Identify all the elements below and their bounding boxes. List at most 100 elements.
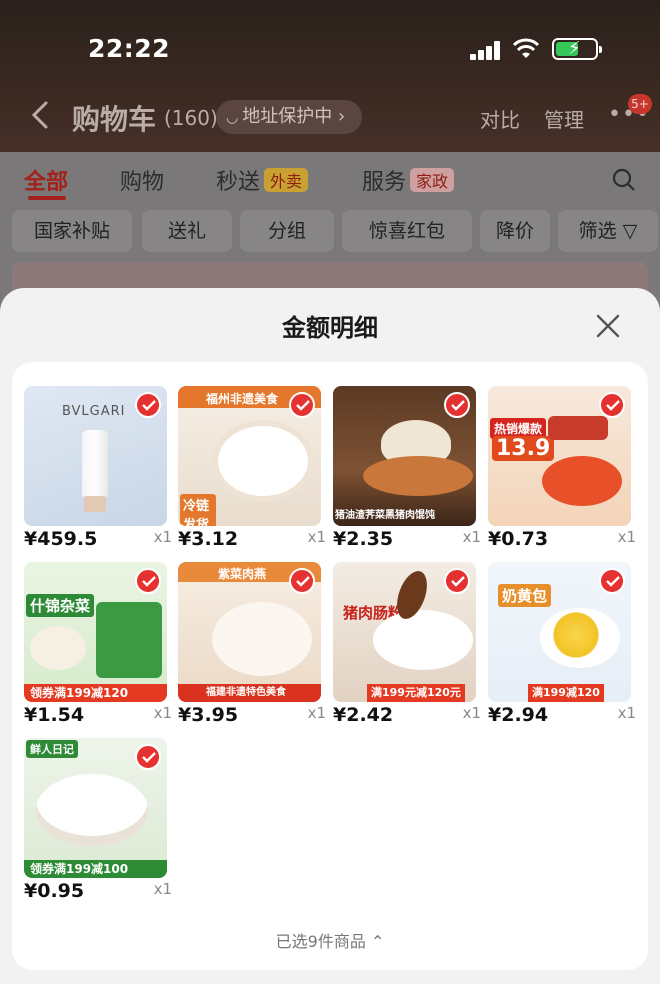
product-price: ¥1.54 <box>24 704 85 726</box>
selected-count-toggle[interactable]: 已选9件商品 ⌃ <box>0 928 660 952</box>
manage-button[interactable]: 管理 <box>544 104 584 133</box>
close-icon[interactable] <box>592 310 624 342</box>
selected-count-label: 已选9件商品 <box>275 932 366 951</box>
list-item[interactable]: 什锦杂菜 领券满199减120 ¥1.54 x1 <box>24 562 174 732</box>
selected-check-icon[interactable] <box>444 392 470 418</box>
product-image: 猪油渣荠菜黑猪肉馄饨 <box>333 386 476 526</box>
product-caption: 13.9 <box>492 436 555 461</box>
product-image: 鲜人日记 领券满199减100 <box>24 738 167 878</box>
search-icon[interactable] <box>612 168 636 192</box>
chip-group[interactable]: 分组 <box>240 210 334 252</box>
chip-gift[interactable]: 送礼 <box>142 210 232 252</box>
product-qty: x1 <box>153 880 172 898</box>
product-price: ¥0.73 <box>488 528 549 550</box>
selected-check-icon[interactable] <box>444 568 470 594</box>
list-item[interactable]: 鲜人日记 领券满199减100 ¥0.95 x1 <box>24 738 174 908</box>
product-price: ¥2.42 <box>333 704 394 726</box>
selected-check-icon[interactable] <box>135 744 161 770</box>
tab-service-tag: 家政 <box>410 168 455 192</box>
product-pack <box>96 602 162 678</box>
product-qty: x1 <box>462 704 481 722</box>
cart-count: (160) <box>164 106 218 130</box>
chip-filter-label: 筛选 <box>578 220 617 242</box>
list-item[interactable]: 福州非遗美食 冷链发货 ¥3.12 x1 <box>178 386 328 556</box>
product-price: ¥459.5 <box>24 528 98 550</box>
product-image: 什锦杂菜 领券满199减120 <box>24 562 167 702</box>
back-arrow-icon[interactable] <box>28 100 52 130</box>
selected-check-icon[interactable] <box>289 392 315 418</box>
product-brand: 紫菜肉燕 <box>218 567 267 581</box>
product-image: 紫菜肉燕 福建非遗特色美食 <box>178 562 321 702</box>
product-price: ¥3.95 <box>178 704 239 726</box>
wifi-icon <box>512 38 540 58</box>
chip-price-drop[interactable]: 降价 <box>480 210 550 252</box>
list-item[interactable]: 奶黄包 满199减120 ¥2.94 x1 <box>488 562 638 732</box>
status-bar: 22:22 ⚡ <box>0 30 660 70</box>
cart-navbar: 购物车 (160) ◡ 地址保护中 › 对比 管理 ••• 5+ <box>0 94 660 142</box>
product-shrimp-bowl <box>542 456 622 506</box>
battery-icon: ⚡ <box>552 38 602 60</box>
compare-button[interactable]: 对比 <box>480 104 520 133</box>
selected-check-icon[interactable] <box>289 568 315 594</box>
product-image: 热销爆款 13.9 <box>488 386 631 526</box>
product-image: 奶黄包 满199减120 <box>488 562 631 702</box>
product-caption: 满199元减120元 <box>367 684 465 702</box>
tab-instant-label: 秒送 <box>216 170 261 195</box>
list-item[interactable]: 紫菜肉燕 福建非遗特色美食 ¥3.95 x1 <box>178 562 328 732</box>
product-qty: x1 <box>307 704 326 722</box>
product-bowl <box>212 602 312 676</box>
cellular-signal-icon <box>470 40 502 60</box>
list-item[interactable]: 猪肉肠粉 满199元减120元 ¥2.42 x1 <box>333 562 483 732</box>
tab-service[interactable]: 服务 家政 <box>362 164 455 196</box>
product-image: 福州非遗美食 冷链发货 <box>178 386 321 526</box>
product-brand: 什锦杂菜 <box>26 594 95 617</box>
chip-national-subsidy[interactable]: 国家补贴 <box>12 210 132 252</box>
product-image: 猪肉肠粉 满199元减120元 <box>333 562 476 702</box>
tab-instant-tag: 外卖 <box>264 168 309 192</box>
list-item[interactable]: BVLGARI ¥459.5 x1 <box>24 386 174 556</box>
product-brand: 奶黄包 <box>498 584 552 607</box>
chevron-up-icon: ⌃ <box>370 932 385 951</box>
smile-icon: ◡ <box>226 110 239 126</box>
product-cap <box>84 496 106 512</box>
filter-chips: 国家补贴 送礼 分组 惊喜红包 降价 筛选 ▽ <box>12 210 660 254</box>
product-caption: 猪油渣荠菜黑猪肉馄饨 <box>335 510 435 521</box>
product-brand: 福州非遗美食 <box>206 392 279 406</box>
address-protect-pill[interactable]: ◡ 地址保护中 › <box>216 100 362 134</box>
product-caption: 领券满199减100 <box>24 860 167 878</box>
product-image: BVLGARI <box>24 386 167 526</box>
selected-check-icon[interactable] <box>135 568 161 594</box>
selected-check-icon[interactable] <box>135 392 161 418</box>
tab-shopping[interactable]: 购物 <box>120 164 164 196</box>
filter-icon: ▽ <box>622 220 638 242</box>
amount-detail-sheet: 金额明细 BVLGARI ¥459.5 x1 福州非遗美食 冷链发货 ¥3.12… <box>0 288 660 984</box>
product-qty: x1 <box>617 528 636 546</box>
tab-instant[interactable]: 秒送 外卖 <box>216 164 309 196</box>
product-caption: 冷链发货 <box>180 494 216 526</box>
list-item[interactable]: 热销爆款 13.9 ¥0.73 x1 <box>488 386 638 556</box>
product-price: ¥3.12 <box>178 528 239 550</box>
selected-check-icon[interactable] <box>599 392 625 418</box>
message-badge: 5+ <box>628 94 652 114</box>
chip-filter[interactable]: 筛选 ▽ <box>558 210 658 252</box>
product-price: ¥2.35 <box>333 528 394 550</box>
product-caption: 福建非遗特色美食 <box>178 684 321 702</box>
address-protect-label: 地址保护中 <box>242 106 333 127</box>
product-plate <box>373 610 473 670</box>
product-yolk <box>540 608 620 668</box>
selected-check-icon[interactable] <box>599 568 625 594</box>
cart-tabs: 全部 购物 秒送 外卖 服务 家政 <box>0 160 660 204</box>
tab-all[interactable]: 全部 <box>24 164 68 196</box>
product-brand: BVLGARI <box>62 404 126 419</box>
product-can <box>548 416 608 440</box>
list-item[interactable]: 猪油渣荠菜黑猪肉馄饨 ¥2.35 x1 <box>333 386 483 556</box>
sheet-title: 金额明细 <box>282 314 378 342</box>
tab-active-indicator <box>28 196 66 200</box>
product-qty: x1 <box>153 528 172 546</box>
chip-red-packet[interactable]: 惊喜红包 <box>342 210 472 252</box>
product-qty: x1 <box>153 704 172 722</box>
product-tube <box>82 430 108 498</box>
product-bun <box>30 626 86 670</box>
product-qty: x1 <box>617 704 636 722</box>
product-caption: 领券满199减120 <box>24 684 167 702</box>
